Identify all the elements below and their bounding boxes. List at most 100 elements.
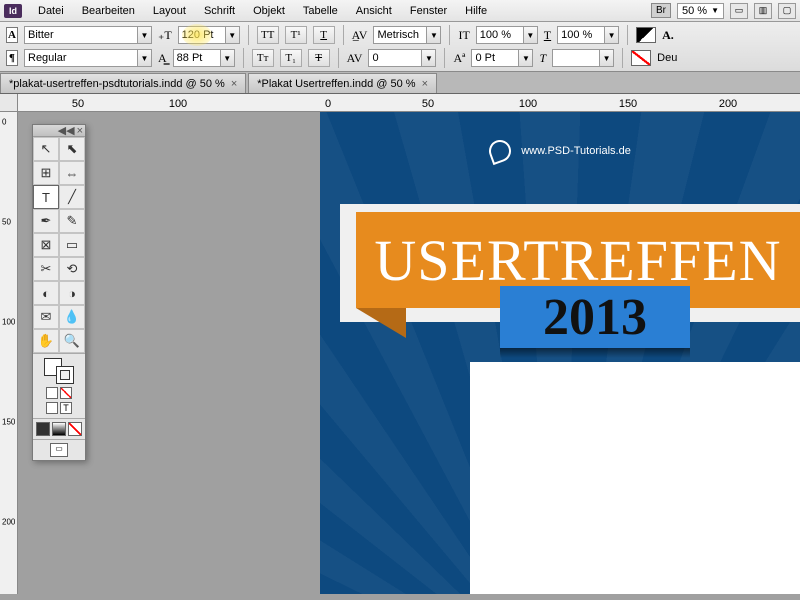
tracking-dropdown[interactable]: ▼ bbox=[368, 49, 436, 67]
gradient-swatch-tool[interactable]: ◐ bbox=[33, 281, 59, 305]
subscript-button[interactable]: T₁ bbox=[280, 49, 302, 67]
font-size-input[interactable] bbox=[179, 29, 225, 41]
document-canvas[interactable]: www.PSD-Tutorials.de USERTREFFEN 2013 bbox=[320, 112, 800, 594]
close-icon[interactable]: × bbox=[422, 78, 428, 90]
hand-tool[interactable]: ✋ bbox=[33, 329, 59, 353]
gradient-feather-tool[interactable]: ◑ bbox=[59, 281, 85, 305]
direct-selection-tool[interactable]: ⬉ bbox=[59, 137, 85, 161]
hscale-dropdown[interactable]: ▼ bbox=[557, 26, 619, 44]
menu-hilfe[interactable]: Hilfe bbox=[457, 2, 495, 20]
kerning-input[interactable] bbox=[374, 29, 426, 41]
bridge-button[interactable]: Br bbox=[651, 3, 671, 18]
close-icon[interactable]: × bbox=[77, 125, 83, 137]
poster-year[interactable]: 2013 bbox=[543, 288, 647, 347]
view-mode-button-1[interactable]: ▭ bbox=[730, 3, 748, 19]
format-text-icon[interactable] bbox=[60, 387, 72, 399]
font-size-dropdown[interactable]: ▼ bbox=[178, 26, 240, 44]
fill-swatch[interactable] bbox=[636, 27, 656, 43]
menu-fenster[interactable]: Fenster bbox=[402, 2, 455, 20]
stroke-swatch[interactable] bbox=[631, 50, 651, 66]
hscale-icon: T bbox=[544, 28, 551, 43]
leading-dropdown[interactable]: ▼ bbox=[173, 49, 235, 67]
note-tool[interactable]: ✉ bbox=[33, 305, 59, 329]
hscale-input[interactable] bbox=[558, 29, 604, 41]
baseline-dropdown[interactable]: ▼ bbox=[471, 49, 533, 67]
view-mode-button-2[interactable]: ▥ bbox=[754, 3, 772, 19]
apply-color-icon[interactable] bbox=[46, 402, 58, 414]
font-size-icon: ₊T bbox=[158, 28, 172, 43]
apply-none-button[interactable] bbox=[68, 422, 82, 436]
kerning-dropdown[interactable]: ▼ bbox=[373, 26, 441, 44]
pen-tool[interactable]: ✒ bbox=[33, 209, 59, 233]
font-style-dropdown[interactable]: ▼ bbox=[24, 49, 152, 67]
menu-objekt[interactable]: Objekt bbox=[245, 2, 293, 20]
chevron-down-icon[interactable]: ▼ bbox=[599, 50, 613, 66]
pencil-tool[interactable]: ✎ bbox=[59, 209, 85, 233]
transform-tool[interactable]: ⟲ bbox=[59, 257, 85, 281]
tracking-input[interactable] bbox=[369, 52, 421, 64]
skew-dropdown[interactable]: ▼ bbox=[552, 49, 614, 67]
tab-document-1[interactable]: *plakat-usertreffen-psdtutorials.indd @ … bbox=[0, 73, 246, 93]
menu-ansicht[interactable]: Ansicht bbox=[348, 2, 400, 20]
menu-tabelle[interactable]: Tabelle bbox=[295, 2, 346, 20]
baseline-input[interactable] bbox=[472, 52, 518, 64]
close-icon[interactable]: × bbox=[231, 78, 237, 90]
eyedropper-tool[interactable]: 💧 bbox=[59, 305, 85, 329]
smallcaps-button[interactable]: Tᴛ bbox=[252, 49, 274, 67]
font-family-dropdown[interactable]: ▼ bbox=[24, 26, 152, 44]
scissors-tool[interactable]: ✂ bbox=[33, 257, 59, 281]
strike-button[interactable]: T bbox=[308, 49, 330, 67]
superscript-button[interactable]: T¹ bbox=[285, 26, 307, 44]
menu-datei[interactable]: Datei bbox=[30, 2, 72, 20]
chevron-down-icon[interactable]: ▼ bbox=[137, 27, 151, 43]
fill-stroke-control[interactable] bbox=[44, 358, 74, 384]
screen-mode-button[interactable]: ▢ bbox=[778, 3, 796, 19]
menu-schrift[interactable]: Schrift bbox=[196, 2, 243, 20]
rectangle-frame-tool[interactable]: ⊠ bbox=[33, 233, 59, 257]
apply-text-icon[interactable]: T bbox=[60, 402, 72, 414]
panel-header[interactable]: ◀◀× bbox=[33, 125, 85, 137]
page-tool[interactable]: ⊞ bbox=[33, 161, 59, 185]
chevron-down-icon[interactable]: ▼ bbox=[518, 50, 532, 66]
poster-year-box[interactable]: 2013 bbox=[500, 286, 690, 348]
apply-black-button[interactable] bbox=[36, 422, 50, 436]
zoom-dropdown[interactable]: 50 % ▼ bbox=[677, 3, 724, 19]
collapse-icon[interactable]: ◀◀ bbox=[58, 124, 75, 137]
apply-gradient-button[interactable] bbox=[52, 422, 66, 436]
chevron-down-icon[interactable]: ▼ bbox=[604, 27, 618, 43]
ruler-horizontal[interactable]: 50 100 0 50 100 150 200 bbox=[18, 94, 800, 112]
gap-tool[interactable]: ⇔ bbox=[59, 161, 85, 185]
menu-layout[interactable]: Layout bbox=[145, 2, 194, 20]
type-tool[interactable]: T bbox=[33, 185, 59, 209]
leading-input[interactable] bbox=[174, 52, 220, 64]
rectangle-tool[interactable]: ▭ bbox=[59, 233, 85, 257]
allcaps-button[interactable]: TT bbox=[257, 26, 279, 44]
tab-document-2[interactable]: *Plakat Usertreffen.indd @ 50 % × bbox=[248, 73, 437, 93]
paragraph-panel-icon[interactable]: ¶ bbox=[6, 50, 18, 66]
line-tool[interactable]: ╱ bbox=[59, 185, 85, 209]
language-label: Deu bbox=[657, 52, 677, 64]
format-container-icon[interactable] bbox=[46, 387, 58, 399]
vscale-dropdown[interactable]: ▼ bbox=[476, 26, 538, 44]
chevron-down-icon[interactable]: ▼ bbox=[220, 50, 234, 66]
skew-input[interactable] bbox=[553, 52, 599, 64]
tools-panel[interactable]: ◀◀× ↖ ⬉ ⊞ ⇔ T ╱ ✒ ✎ ⊠ ▭ ✂ ⟲ ◐ ◑ ✉ 💧 ✋ 🔍 bbox=[32, 124, 86, 461]
ruler-vertical[interactable]: 0 50 100 150 200 bbox=[0, 112, 18, 594]
chevron-down-icon[interactable]: ▼ bbox=[523, 27, 537, 43]
zoom-tool[interactable]: 🔍 bbox=[59, 329, 85, 353]
chevron-down-icon[interactable]: ▼ bbox=[137, 50, 151, 66]
font-style-input[interactable] bbox=[25, 52, 137, 64]
font-family-input[interactable] bbox=[25, 29, 137, 41]
menu-bearbeiten[interactable]: Bearbeiten bbox=[74, 2, 143, 20]
chevron-down-icon[interactable]: ▼ bbox=[421, 50, 435, 66]
underline-button[interactable]: T bbox=[313, 26, 335, 44]
char-style-icon: A. bbox=[662, 28, 674, 43]
selection-tool[interactable]: ↖ bbox=[33, 137, 59, 161]
chevron-down-icon[interactable]: ▼ bbox=[225, 27, 239, 43]
ruler-origin[interactable] bbox=[0, 94, 18, 112]
vscale-input[interactable] bbox=[477, 29, 523, 41]
character-panel-icon[interactable]: A bbox=[6, 27, 18, 43]
chevron-down-icon[interactable]: ▼ bbox=[426, 27, 440, 43]
stroke-box[interactable] bbox=[56, 366, 74, 384]
view-mode-normal[interactable]: ▭ bbox=[50, 443, 68, 457]
